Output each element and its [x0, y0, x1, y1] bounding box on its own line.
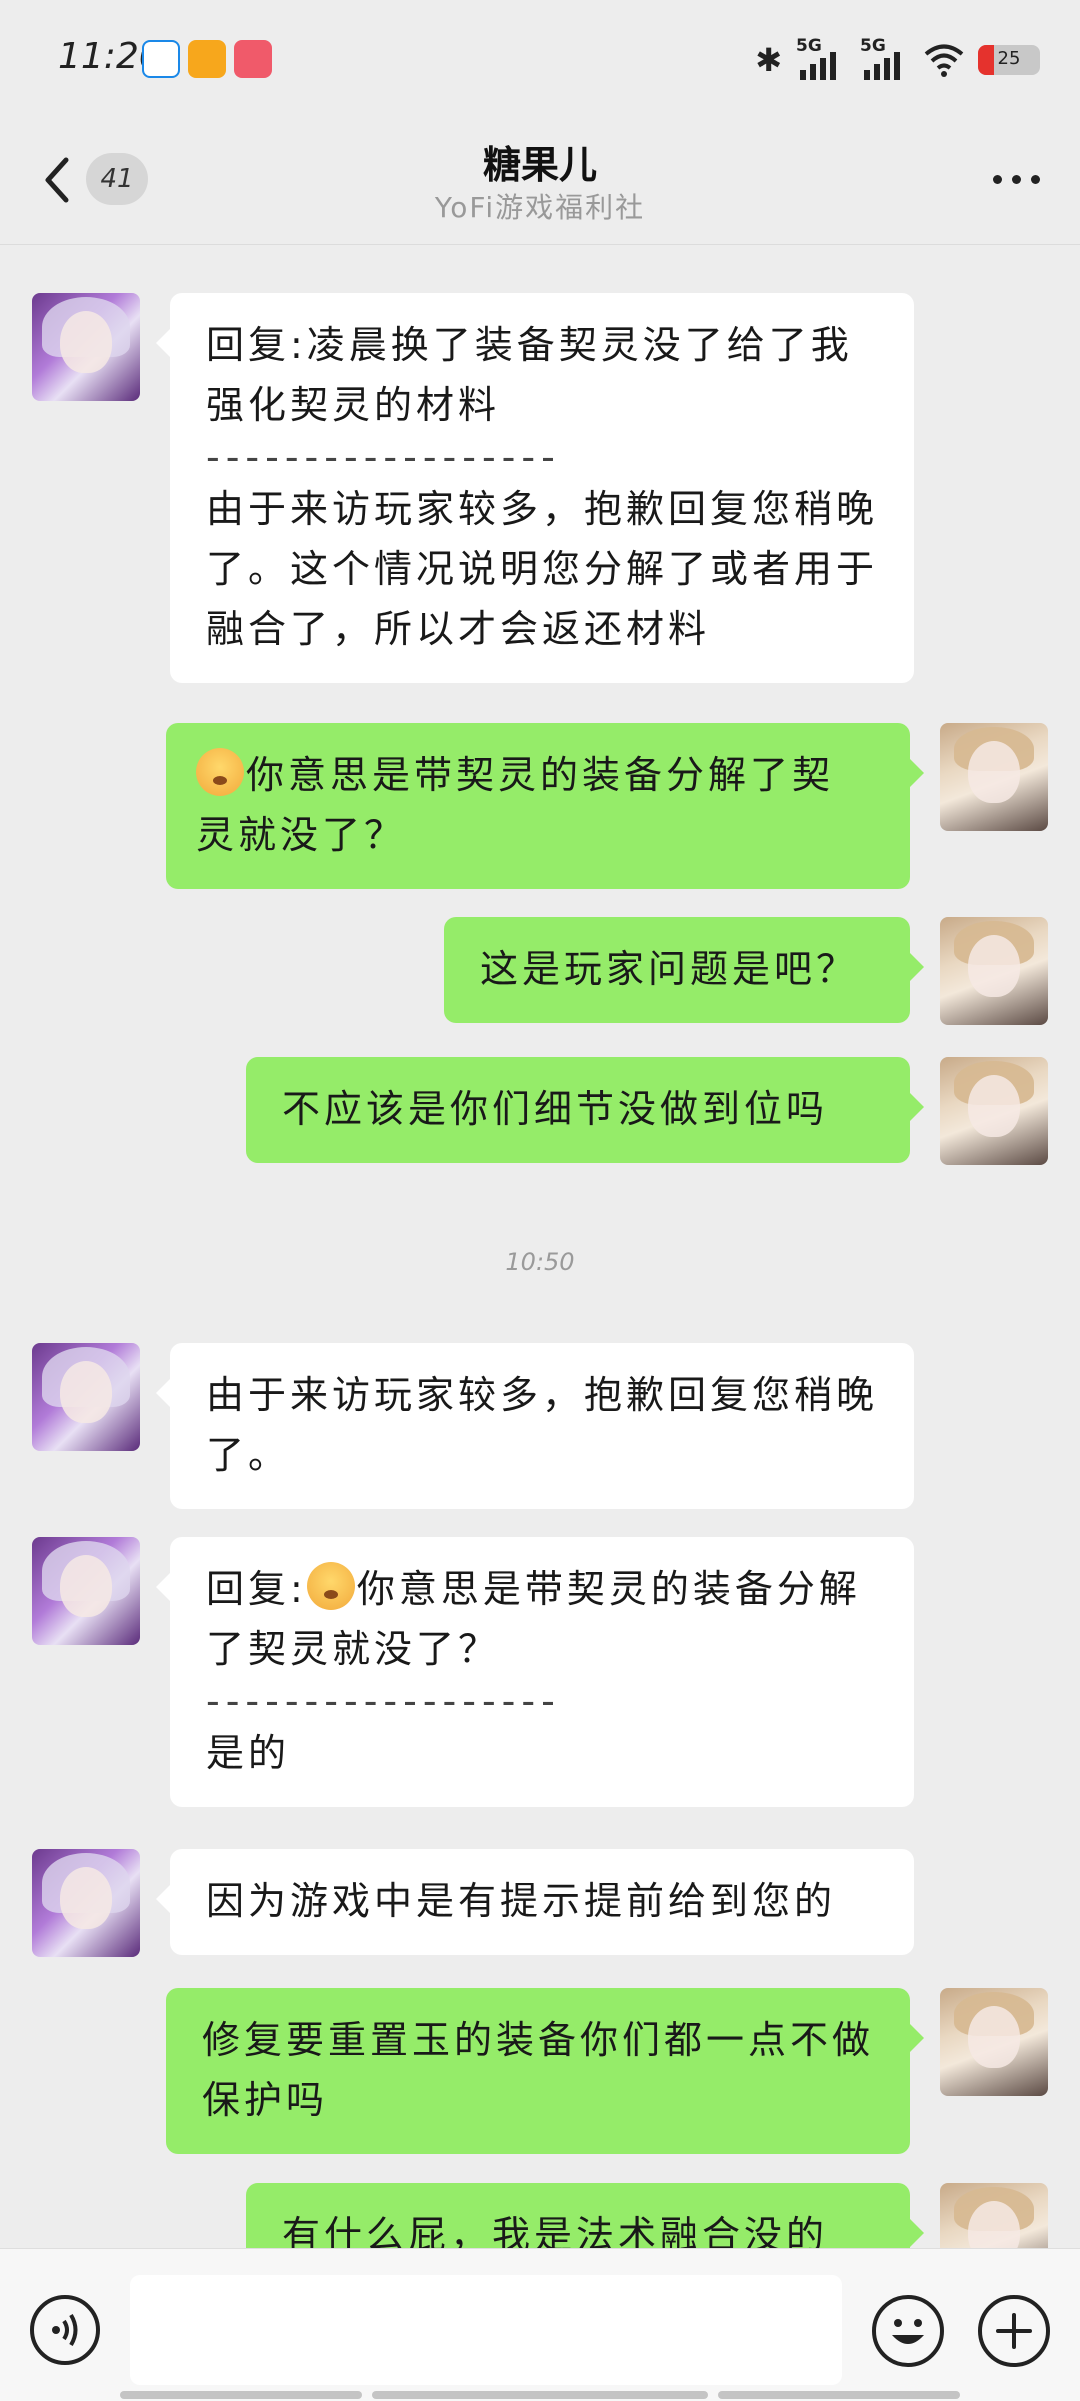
battery-icon: 25	[978, 45, 1040, 75]
user-avatar[interactable]	[940, 917, 1048, 1025]
face-emoji-icon	[196, 748, 244, 796]
voice-input-button[interactable]	[30, 2295, 100, 2365]
received-message-bubble[interactable]: 由于来访玩家较多，抱歉回复您稍晚了。	[156, 1343, 914, 1509]
chat-header: 41 糖果儿 YoFi游戏福利社	[0, 120, 1080, 245]
sent-message-bubble[interactable]: 有什么屁，我是法术融合没的	[246, 2183, 924, 2248]
message-timestamp: 10:50	[505, 1248, 575, 1276]
signal-icon: 5G	[796, 36, 846, 80]
user-avatar[interactable]	[940, 1988, 1048, 2096]
more-functions-button[interactable]	[978, 2295, 1050, 2367]
bluetooth-icon: ✱	[755, 41, 782, 79]
sent-message-bubble[interactable]: 修复要重置玉的装备你们都一点不做保护吗	[166, 1988, 924, 2154]
message-text: 由于来访玩家较多，抱歉回复您稍晚了。这个情况说明您分解了或者用于融合了，所以才会…	[206, 487, 879, 651]
wallet-icon	[188, 40, 226, 78]
chat-subtitle: YoFi游戏福利社	[434, 191, 646, 224]
sent-message-bubble[interactable]: 你意思是带契灵的装备分解了契灵就没了？	[166, 723, 924, 889]
user-avatar[interactable]	[940, 2183, 1048, 2248]
message-text: 这是玩家问题是吧？	[480, 947, 859, 991]
more-dot	[1030, 174, 1040, 184]
message-text: 修复要重置玉的装备你们都一点不做保护吗	[202, 2018, 875, 2122]
status-bar: 11:20 ✱ 5G 5G 25	[0, 0, 1080, 120]
received-message-bubble[interactable]: 回复:凌晨换了装备契灵没了给了我强化契灵的材料 ----------------…	[156, 293, 914, 683]
quote-prefix: 回复:	[206, 1567, 307, 1611]
contact-avatar[interactable]	[32, 1343, 140, 1451]
quoted-text: 回复:凌晨换了装备契灵没了给了我强化契灵的材料	[206, 323, 853, 427]
gesture-nav-bar	[0, 2387, 1080, 2401]
battery-percent: 25	[997, 48, 1021, 69]
message-text: 你意思是带契灵的装备分解了契灵就没了？	[196, 753, 835, 857]
plus-icon	[996, 2313, 1032, 2349]
app-notification-icon	[142, 40, 180, 78]
input-bar	[0, 2248, 1080, 2401]
user-avatar[interactable]	[940, 723, 1048, 831]
message-text: 有什么屁，我是法术融合没的	[282, 2213, 829, 2248]
message-input[interactable]	[130, 2275, 842, 2385]
message-text: 不应该是你们细节没做到位吗	[282, 1087, 829, 1131]
contact-avatar[interactable]	[32, 1849, 140, 1957]
user-avatar[interactable]	[940, 1057, 1048, 1165]
signal-icon: 5G	[860, 36, 910, 80]
sent-message-bubble[interactable]: 这是玩家问题是吧？	[444, 917, 924, 1023]
sent-message-bubble[interactable]: 不应该是你们细节没做到位吗	[246, 1057, 924, 1163]
more-options-button[interactable]	[986, 164, 1046, 194]
music-icon	[234, 40, 272, 78]
received-message-bubble[interactable]: 因为游戏中是有提示提前给到您的	[156, 1849, 914, 1955]
message-list[interactable]: 回复:凌晨换了装备契灵没了给了我强化契灵的材料 ----------------…	[0, 245, 1080, 2248]
quote-divider: ------------------	[206, 435, 561, 479]
chat-title: 糖果儿	[482, 143, 597, 187]
emoji-button[interactable]	[872, 2295, 944, 2367]
message-text: 由于来访玩家较多，抱歉回复您稍晚了。	[206, 1373, 879, 1477]
quote-divider: ------------------	[206, 1679, 561, 1723]
message-text: 是的	[206, 1731, 291, 1775]
more-dot	[1011, 174, 1021, 184]
message-text: 因为游戏中是有提示提前给到您的	[206, 1879, 837, 1923]
wifi-icon	[924, 44, 964, 77]
contact-avatar[interactable]	[32, 293, 140, 401]
contact-avatar[interactable]	[32, 1537, 140, 1645]
system-icons: ✱ 5G 5G 25	[755, 36, 1040, 84]
voice-icon	[52, 2313, 78, 2347]
face-emoji-icon	[306, 1562, 355, 1610]
smiley-icon	[892, 2319, 924, 2344]
more-dot	[992, 174, 1002, 184]
received-message-bubble[interactable]: 回复: 你意思是带契灵的装备分解了契灵就没了？ -----------------…	[156, 1537, 914, 1807]
